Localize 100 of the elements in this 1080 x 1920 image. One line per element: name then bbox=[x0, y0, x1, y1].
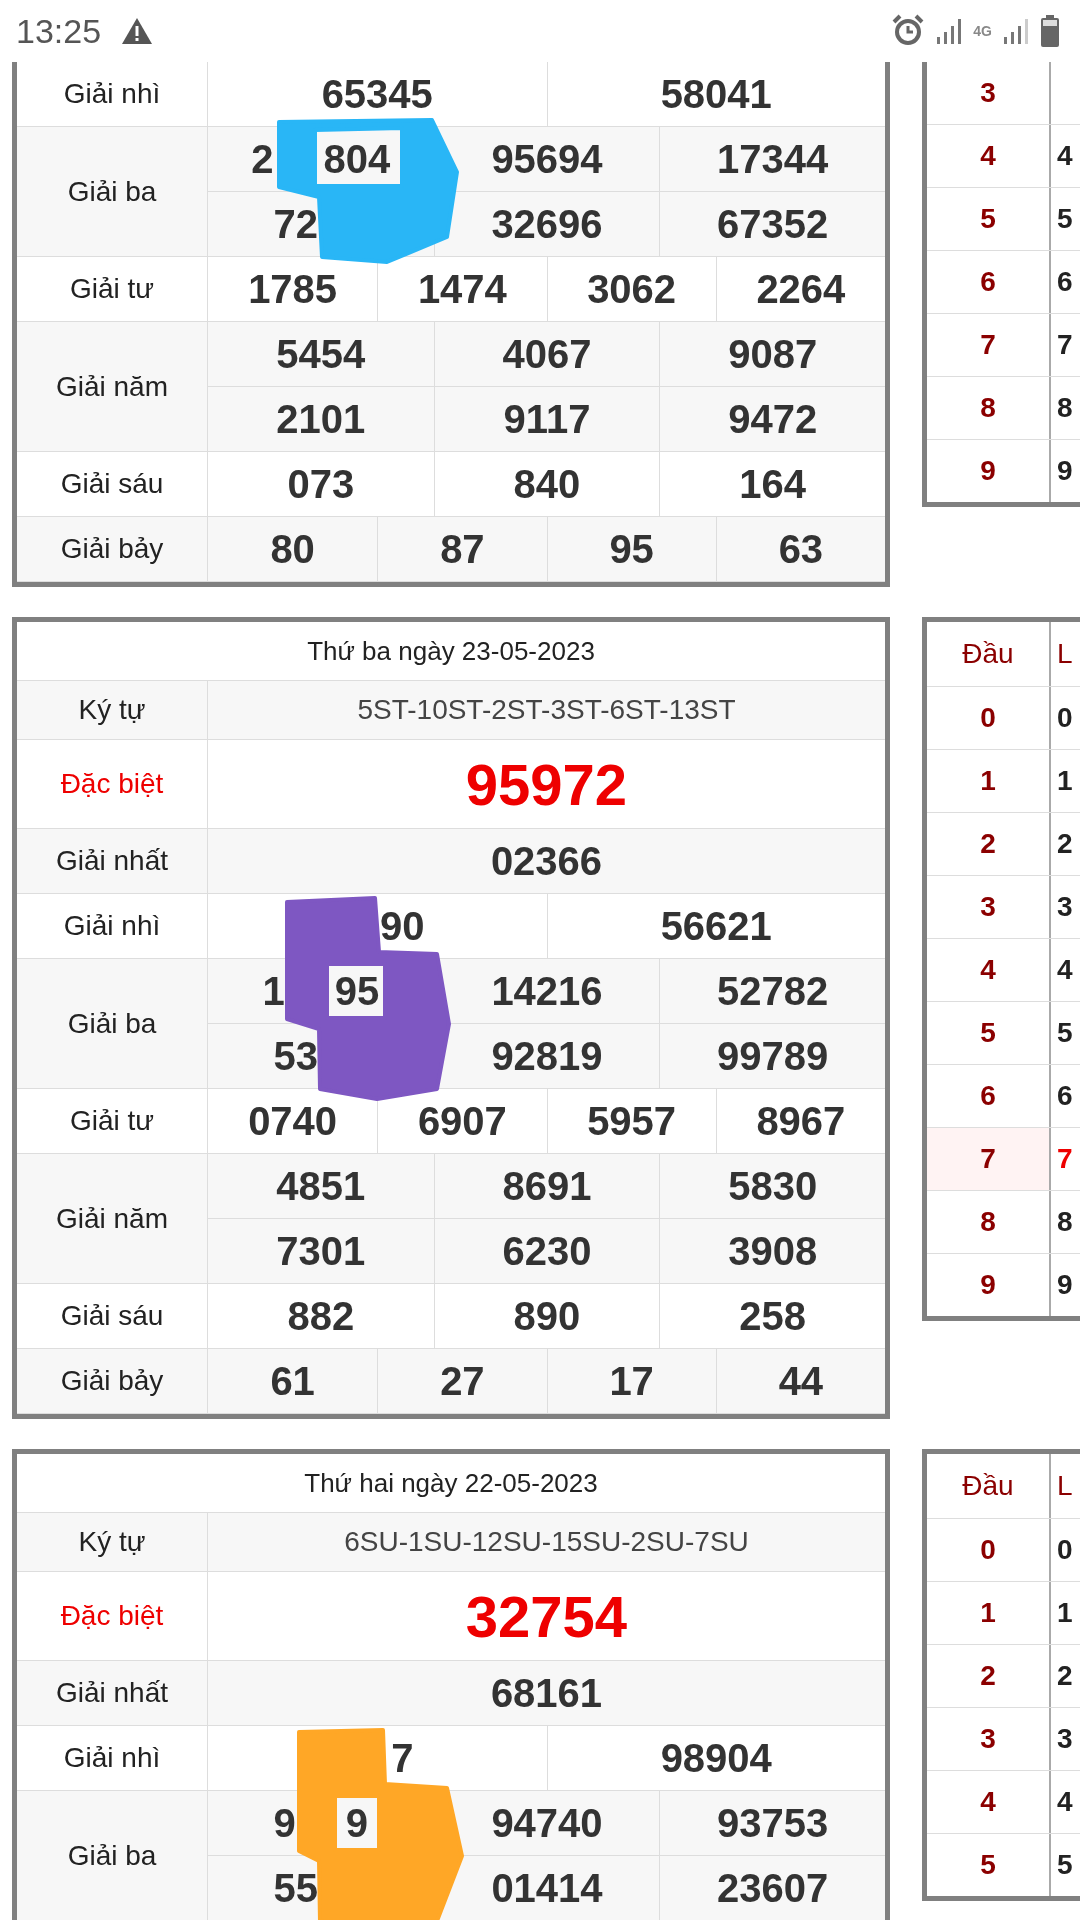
network-type: 4G bbox=[973, 24, 992, 38]
head-digit: 8 bbox=[927, 377, 1051, 439]
prize-number: 4851 bbox=[275, 1162, 367, 1210]
prize-number: 9472 bbox=[659, 387, 885, 451]
tail-digits: 8 bbox=[1056, 1205, 1074, 1239]
prize-number: 164 bbox=[659, 452, 885, 516]
prize-label: Giải năm bbox=[17, 1154, 208, 1283]
prize-number: 5454 bbox=[275, 330, 367, 378]
tail-digits: 1 bbox=[1056, 1596, 1074, 1630]
tail-digits: 9 bbox=[1056, 1268, 1074, 1302]
tail-digits: 1 bbox=[1056, 764, 1074, 798]
prize-number: 890 bbox=[433, 1284, 660, 1348]
prize-number: 27 bbox=[377, 1349, 547, 1413]
prize-label: Giải nhì bbox=[17, 894, 208, 958]
battery-icon bbox=[1040, 15, 1060, 47]
prize-number: 99789 bbox=[659, 1024, 885, 1088]
prize-label: Giải tư bbox=[17, 257, 208, 321]
head-digit: 6 bbox=[927, 251, 1051, 313]
prize-number: 61 bbox=[269, 1357, 316, 1405]
tail-digits: 6 bbox=[1056, 1079, 1074, 1113]
prize-label: Giải sáu bbox=[17, 1284, 208, 1348]
prize-number: 63 bbox=[715, 517, 885, 581]
tail-digits: 7 bbox=[1056, 328, 1074, 362]
prize-number: 073 bbox=[286, 460, 356, 508]
tail-digits: 4 bbox=[1056, 139, 1074, 173]
prize-number: 44 bbox=[715, 1349, 885, 1413]
tail-digits: 4 bbox=[1056, 953, 1074, 987]
prize-label: Giải bảy bbox=[17, 1349, 208, 1413]
prize-label: Giải ba bbox=[17, 127, 208, 256]
prize-number: 7301 bbox=[275, 1227, 367, 1275]
prize-number: 0740 bbox=[247, 1097, 339, 1145]
column-header: L bbox=[1056, 637, 1074, 671]
prize-number: 58041 bbox=[546, 62, 885, 126]
tail-digits: 0 bbox=[1056, 1533, 1074, 1567]
prize-number: 68161 bbox=[489, 1669, 604, 1717]
prize-number: 3908 bbox=[659, 1219, 885, 1283]
tail-digits: 5 bbox=[1056, 1016, 1074, 1050]
head-digit: 1 bbox=[927, 750, 1051, 812]
tail-digits: 3 bbox=[1056, 890, 1074, 924]
prize-number: 9 bbox=[273, 1800, 296, 1846]
head-digit: 3 bbox=[927, 876, 1051, 938]
tail-digits: 2 bbox=[1056, 1659, 1074, 1693]
head-digit: 1 bbox=[927, 1582, 1051, 1644]
head-digit: 8 bbox=[927, 1191, 1051, 1253]
prize-label: Giải nhì bbox=[17, 1726, 208, 1790]
prize-number: 840 bbox=[433, 452, 660, 516]
prize-number: 9117 bbox=[433, 387, 660, 451]
alarm-icon bbox=[891, 14, 926, 48]
tail-digits: 4 bbox=[1056, 1785, 1074, 1819]
head-digit: 7 bbox=[927, 1128, 1051, 1190]
tail-digits: 2 bbox=[1056, 827, 1074, 861]
prize-label: Giải ba bbox=[17, 1791, 208, 1920]
prize-number: 9 bbox=[345, 1800, 369, 1846]
prize-number: 65345 bbox=[321, 71, 433, 117]
warning-icon bbox=[121, 16, 154, 46]
prize-label: Giải nhất bbox=[17, 1661, 208, 1725]
tail-digits: 0 bbox=[1056, 701, 1074, 735]
prize-number: 804 bbox=[323, 136, 391, 182]
tail-digits: 7 bbox=[1056, 1142, 1074, 1176]
prize-number: 17344 bbox=[659, 127, 885, 191]
prize-label: Giải nhì bbox=[17, 62, 208, 126]
prize-number: 55 bbox=[273, 1865, 319, 1911]
code-value: 5ST-10ST-2ST-3ST-6ST-13ST bbox=[356, 693, 737, 727]
prize-number: 6907 bbox=[377, 1089, 547, 1153]
prize-number: 1785 bbox=[247, 265, 339, 313]
prize-number: 2 bbox=[251, 136, 274, 182]
prize-number: 8691 bbox=[433, 1154, 660, 1218]
prize-label: Đặc biệt bbox=[17, 740, 208, 828]
prize-number: 2101 bbox=[275, 395, 367, 443]
prize-label: Giải ba bbox=[17, 959, 208, 1088]
prize-number: 3062 bbox=[546, 257, 716, 321]
head-digit: 4 bbox=[927, 125, 1051, 187]
clock: 13:25 bbox=[16, 11, 102, 51]
signal-icon bbox=[1002, 17, 1030, 45]
prize-number: 9087 bbox=[659, 322, 885, 386]
signal-icon bbox=[935, 17, 964, 45]
prize-number: 80 bbox=[269, 525, 316, 573]
prize-number: 4067 bbox=[433, 322, 660, 386]
code-value: 6SU-1SU-12SU-15SU-2SU-7SU bbox=[343, 1525, 750, 1559]
special-prize-number: 95972 bbox=[464, 750, 629, 819]
prize-number: 5830 bbox=[659, 1154, 885, 1218]
prize-number: 8967 bbox=[715, 1089, 885, 1153]
prize-label: Đặc biệt bbox=[17, 1572, 208, 1660]
prize-label: Ký tự bbox=[17, 1513, 208, 1571]
prize-number: 53 bbox=[273, 1033, 319, 1079]
head-digit: 9 bbox=[927, 1254, 1051, 1316]
tail-digits: 5 bbox=[1056, 202, 1074, 236]
head-digit: 2 bbox=[927, 813, 1051, 875]
prize-label: Giải nhất bbox=[17, 829, 208, 893]
prize-number: 17 bbox=[546, 1349, 716, 1413]
prize-number: 882 bbox=[286, 1292, 356, 1340]
tail-digits: 5 bbox=[1056, 1848, 1074, 1882]
tail-digits: 9 bbox=[1056, 454, 1074, 488]
prize-number: 02366 bbox=[489, 837, 604, 885]
prize-number: 93753 bbox=[659, 1791, 885, 1855]
tail-digits: 8 bbox=[1056, 391, 1074, 425]
head-digit: 7 bbox=[927, 314, 1051, 376]
prize-number: 95 bbox=[546, 517, 716, 581]
prize-number: 95 bbox=[334, 968, 380, 1014]
head-digit: 5 bbox=[927, 188, 1051, 250]
